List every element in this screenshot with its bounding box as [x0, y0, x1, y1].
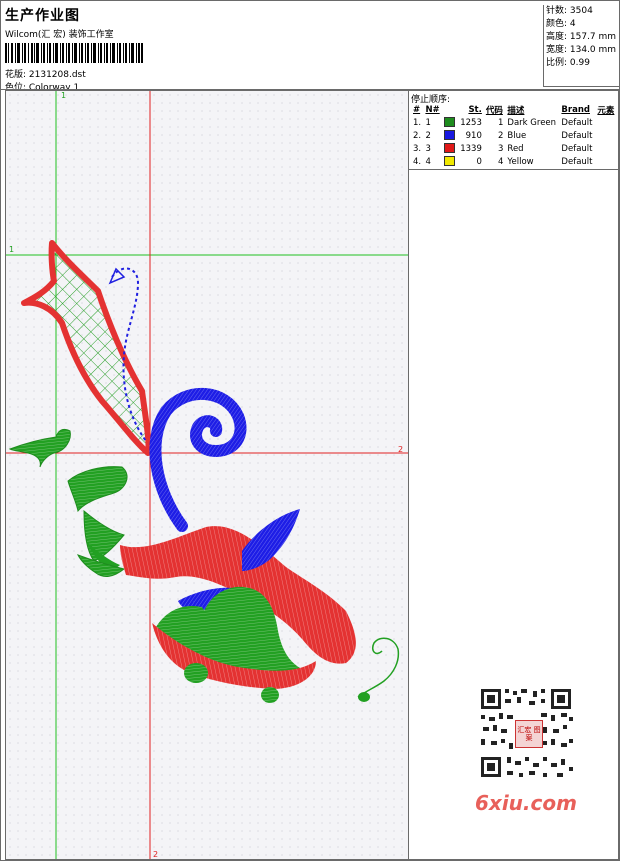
sheet-header: 生产作业图 Wilcom(汇 宏) 装饰工作室 花版: 2131208.dst … [5, 5, 545, 93]
row-code: 4 [498, 156, 504, 167]
row-index: 2. [413, 130, 422, 141]
row-color-swatch [442, 116, 457, 129]
studio-subtitle: Wilcom(汇 宏) 装饰工作室 [5, 30, 114, 40]
blue-spiral [149, 387, 247, 532]
row-element [595, 116, 617, 129]
watermark: 6xiu.com [475, 791, 577, 815]
green-leaf-mid [67, 466, 128, 513]
row-brand: Default [561, 156, 593, 167]
row-stitches: 1339 [460, 143, 482, 154]
design-scale: 比例: 0.99 [546, 58, 590, 68]
row-brand: Default [561, 117, 593, 128]
green-curl [357, 637, 400, 698]
guide-label-v1: 1 [61, 91, 66, 100]
row-description: Dark Green [507, 117, 557, 128]
col-index: # [413, 104, 421, 115]
row-element [595, 142, 617, 155]
row-color-swatch [442, 142, 457, 155]
color-swatch [444, 143, 456, 154]
row-index: 3. [413, 143, 422, 154]
row-index: 4. [413, 156, 422, 167]
row-element [595, 129, 617, 142]
sequence-row: 2. 2 910 2 Blue Default [411, 129, 617, 142]
green-stem-top [8, 428, 71, 468]
stop-sequence-table: # N# St. 代码 描述 Brand 元素 1. 1 1253 1 Dark Gre… [411, 103, 617, 168]
col-code: 代码 [485, 105, 503, 116]
col-needle: N# [425, 104, 440, 115]
row-stitches: 910 [465, 130, 482, 141]
design-stats: 针数: 3504 颜色: 4 高度: 157.7 mm 宽度: 134.0 mm… [543, 5, 619, 87]
color-swatch [444, 117, 456, 128]
row-brand: Default [561, 130, 593, 141]
guide-label-h2: 2 [398, 445, 403, 454]
row-color-swatch [442, 129, 457, 142]
col-stitches: St. [468, 104, 482, 115]
row-element [595, 155, 617, 168]
row-code: 3 [498, 143, 504, 154]
color-swatch [444, 130, 456, 141]
row-brand: Default [561, 143, 593, 154]
color-count: 颜色: 4 [546, 19, 576, 29]
table-header-row: # N# St. 代码 描述 Brand 元素 [411, 103, 617, 116]
sequence-row: 1. 1 1253 1 Dark Green Default [411, 116, 617, 129]
row-color-swatch [442, 155, 457, 168]
sequence-row: 4. 4 0 4 Yellow Default [411, 155, 617, 168]
row-needle: 1 [425, 117, 431, 128]
design-canvas: 1 1 2 2 [5, 90, 409, 860]
barcode [5, 43, 143, 63]
col-brand: Brand [561, 104, 590, 115]
bell-clapper-left [184, 663, 208, 683]
bell-clapper-right [261, 687, 279, 703]
row-index: 1. [413, 117, 422, 128]
row-stitches: 1253 [460, 117, 482, 128]
design-width: 宽度: 134.0 mm [546, 45, 617, 55]
sequence-row: 3. 3 1339 3 Red Default [411, 142, 617, 155]
guide-label-v2: 2 [153, 850, 158, 859]
row-needle: 3 [425, 143, 431, 154]
row-needle: 4 [425, 156, 431, 167]
embroidery-preview: 1 1 2 2 [6, 91, 408, 859]
production-sheet: 生产作业图 Wilcom(汇 宏) 装饰工作室 花版: 2131208.dst … [0, 0, 620, 861]
row-description: Yellow [507, 156, 534, 167]
design-height: 高度: 157.7 mm [546, 32, 617, 42]
green-leaf-bend [83, 509, 125, 562]
qr-logo-badge: 汇宏 图案 [515, 720, 543, 748]
sheet-title: 生产作业图 [5, 8, 80, 24]
design-filename: 花版: 2131208.dst [5, 70, 86, 80]
row-stitches: 0 [476, 156, 482, 167]
stitch-count: 针数: 3504 [546, 6, 593, 16]
red-leaf-outline [21, 240, 152, 456]
row-description: Blue [507, 130, 527, 141]
panel-divider [409, 169, 618, 170]
col-element: 元素 [597, 105, 615, 116]
row-needle: 2 [425, 130, 431, 141]
color-swatch [444, 156, 456, 167]
row-description: Red [507, 143, 524, 154]
guide-label-h1: 1 [9, 245, 14, 254]
row-code: 1 [498, 117, 504, 128]
col-description: 描述 [507, 105, 525, 116]
col-color [442, 103, 457, 116]
row-code: 2 [498, 130, 504, 141]
